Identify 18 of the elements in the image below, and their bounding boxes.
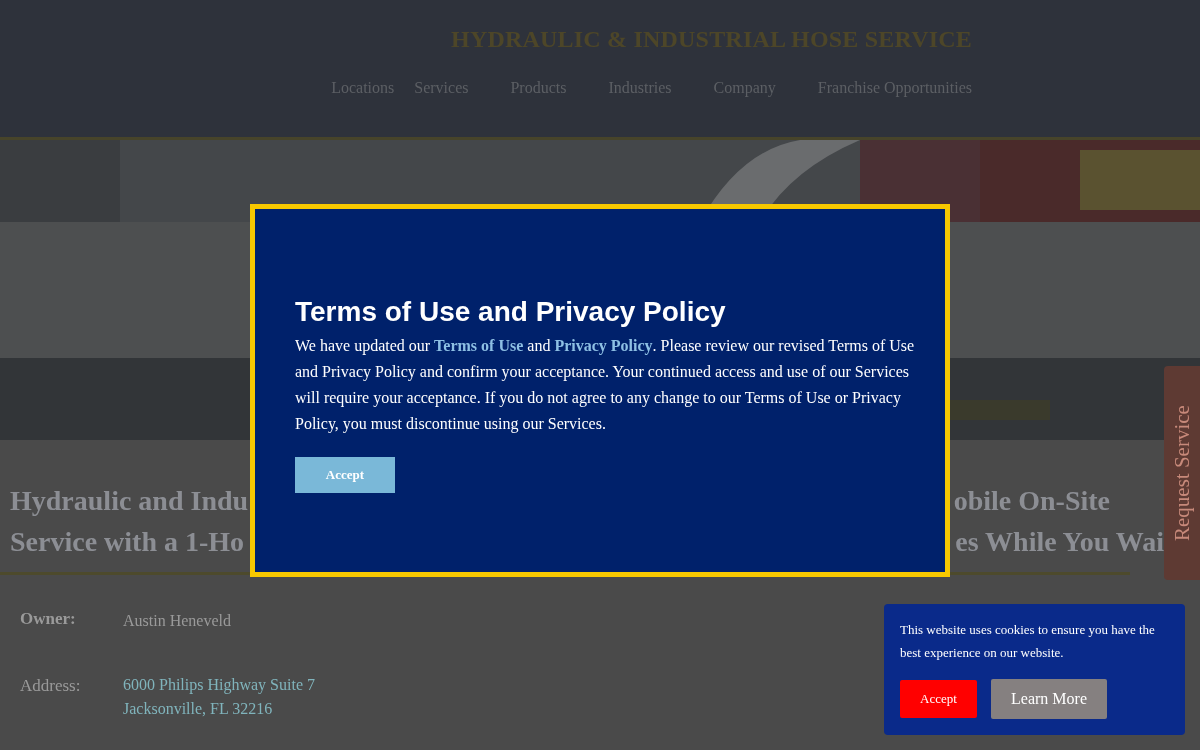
privacy-link[interactable]: Privacy Policy bbox=[554, 337, 653, 354]
address-link[interactable]: 6000 Philips Highway Suite 7 bbox=[123, 673, 315, 697]
headline-text: Hydraulic and Indu bbox=[10, 484, 249, 518]
request-service-tab[interactable]: Request Service bbox=[1164, 366, 1200, 580]
learn-more-button[interactable]: Learn More bbox=[991, 679, 1107, 719]
detail-label: Address: bbox=[20, 676, 82, 697]
headline-text: obile On-Site bbox=[953, 484, 1110, 518]
accept-button[interactable]: Accept bbox=[900, 680, 977, 718]
detail-value: Austin Heneveld bbox=[123, 611, 231, 631]
address-link[interactable]: Jacksonville, FL 32216 bbox=[123, 697, 315, 721]
headline-text: es While You Wai bbox=[955, 525, 1164, 559]
terms-link[interactable]: Terms of Use bbox=[434, 337, 524, 354]
dialog-title: Terms of Use and Privacy Policy bbox=[295, 295, 727, 329]
headline-text: Service with a 1-Ho bbox=[10, 525, 245, 559]
dialog-message: We have updated our Terms of Use and Privacy Policy. Please review our revised Terms of Use and Privacy Policy and confirm your acceptance. Your continued access and use of our Services will require your acceptance. If you do not agree to any change to our Terms of Use or Privacy Policy, you must discontinue using our Services. bbox=[295, 336, 916, 435]
detail-label: Owner: bbox=[20, 609, 77, 630]
accept-button[interactable]: Accept bbox=[295, 457, 395, 493]
cookie-message: This website uses cookies to ensure you have the best experience on our website. bbox=[900, 621, 1156, 662]
